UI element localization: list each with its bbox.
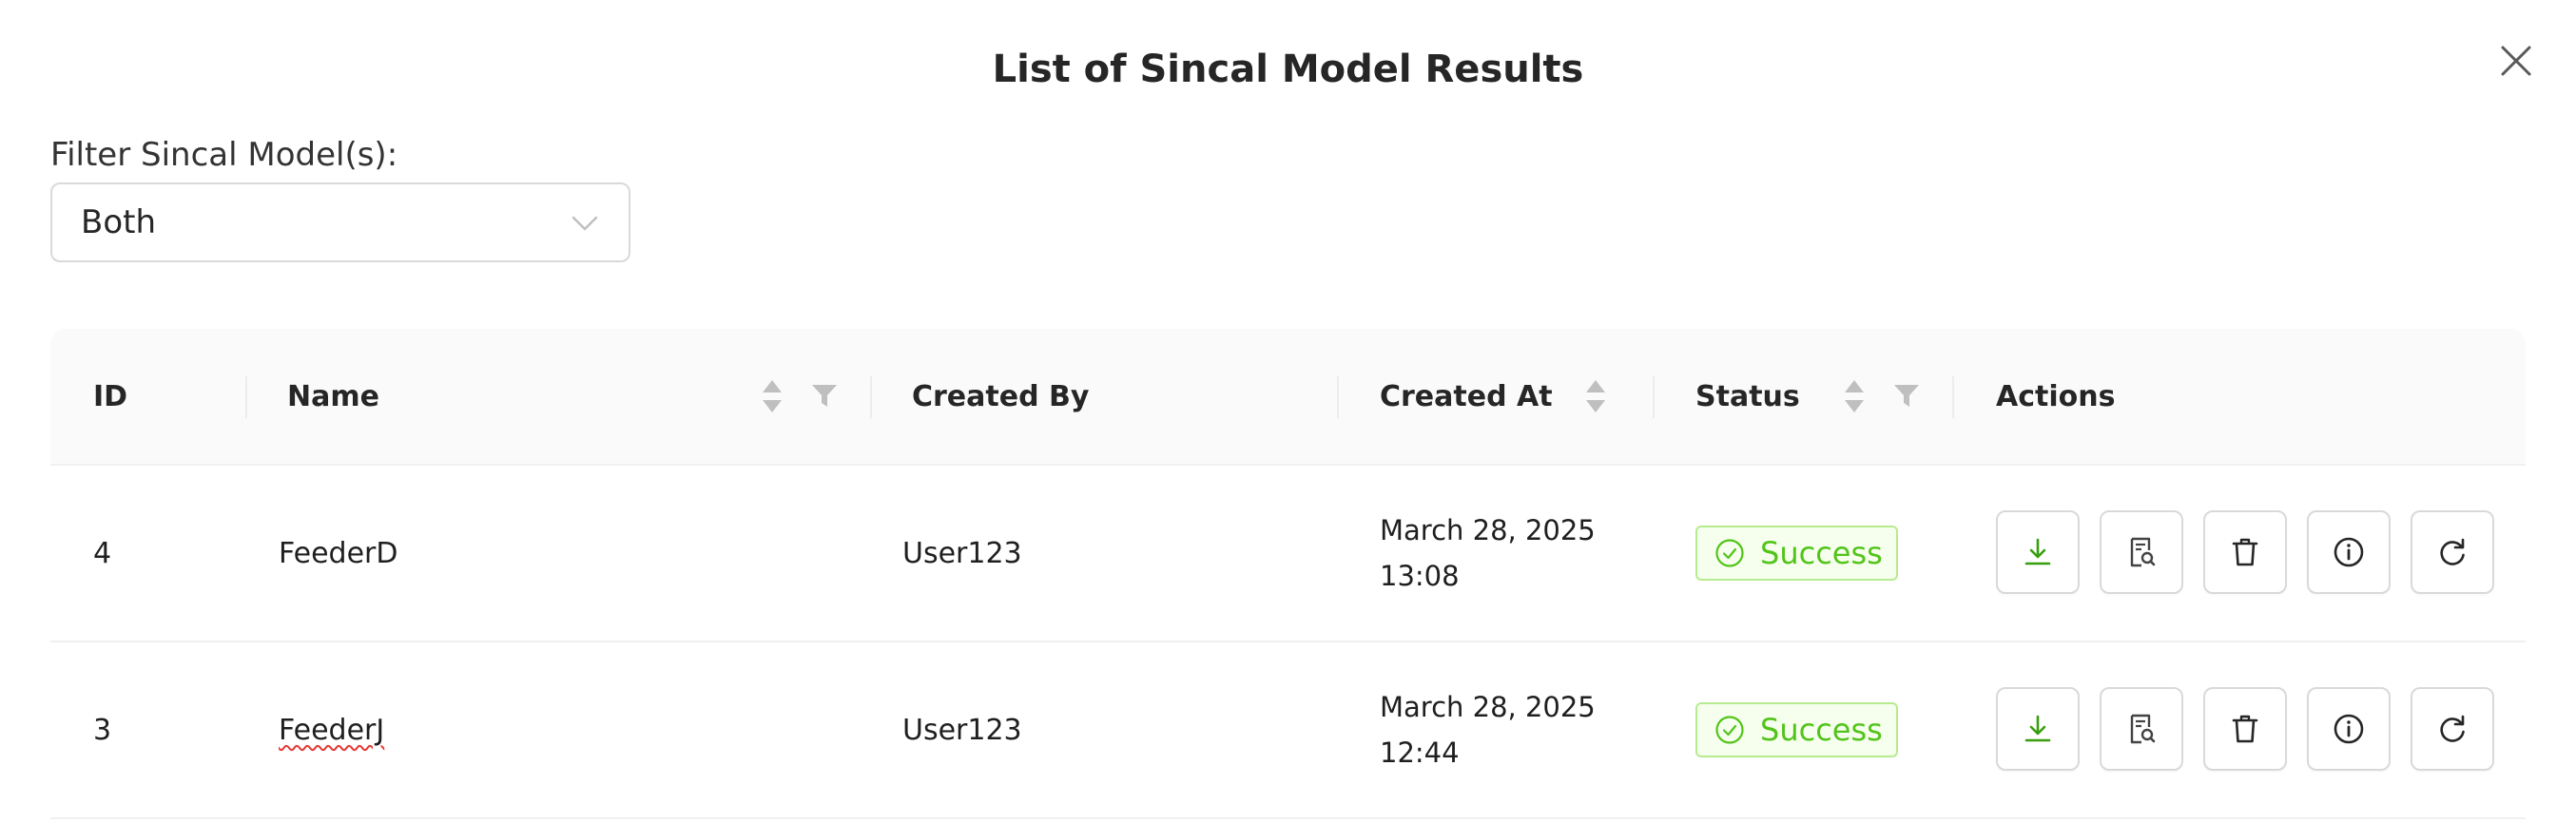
- row-actions: [1996, 687, 2494, 773]
- created-at-date: March 28, 2025: [1380, 691, 1596, 723]
- status-text: Success: [1760, 712, 1883, 748]
- cell-name: FeederD: [279, 536, 398, 570]
- sort-icon[interactable]: [1584, 378, 1607, 414]
- modal-title: List of Sincal Model Results: [992, 48, 1584, 91]
- created-at-time: 12:44: [1380, 737, 1460, 769]
- delete-button[interactable]: [2203, 510, 2287, 594]
- download-button[interactable]: [1996, 510, 2080, 594]
- sort-icon[interactable]: [761, 378, 784, 414]
- column-header-id: ID: [93, 379, 128, 413]
- cell-id: 3: [93, 713, 112, 747]
- cell-created-at: March 28, 2025 12:44: [1380, 642, 1596, 817]
- created-at-time: 13:08: [1380, 560, 1460, 592]
- file-search-icon: [2130, 537, 2156, 567]
- sort-icon[interactable]: [1843, 378, 1866, 414]
- trash-icon: [2232, 715, 2258, 743]
- reload-icon: [2440, 715, 2465, 742]
- results-table: ID Name Created By Created At Status Act…: [50, 329, 2526, 819]
- column-header-name: Name: [287, 379, 379, 413]
- cell-status: Success: [1695, 642, 1898, 817]
- cell-created-at: March 28, 2025 13:08: [1380, 466, 1596, 641]
- cell-id: 4: [93, 536, 112, 570]
- table-row: 3 FeederJ User123 March 28, 2025 12:44 S…: [50, 642, 2526, 819]
- view-results-button[interactable]: [2100, 510, 2183, 594]
- column-header-created-by: Created By: [912, 379, 1090, 413]
- rerun-button[interactable]: [2411, 687, 2494, 771]
- view-results-button[interactable]: [2100, 687, 2183, 771]
- column-separator: [245, 376, 247, 418]
- table-header: ID Name Created By Created At Status Act…: [50, 329, 2526, 466]
- info-icon: [2334, 537, 2364, 567]
- row-actions: [1996, 510, 2494, 596]
- chevron-down-icon: [571, 216, 598, 231]
- column-header-created-at: Created At: [1380, 379, 1553, 413]
- filter-selected-value: Both: [81, 203, 157, 241]
- status-badge: Success: [1695, 526, 1898, 581]
- status-badge: Success: [1695, 702, 1898, 757]
- info-icon: [2334, 714, 2364, 744]
- download-button[interactable]: [1996, 687, 2080, 771]
- column-separator: [870, 376, 872, 418]
- download-icon: [2024, 715, 2051, 742]
- column-separator: [1952, 376, 1954, 418]
- info-button[interactable]: [2307, 687, 2391, 771]
- file-search-icon: [2130, 714, 2156, 744]
- cell-status: Success: [1695, 466, 1898, 641]
- filter-icon[interactable]: [811, 382, 838, 409]
- cell-created-by: User123: [902, 536, 1022, 570]
- check-circle-icon: [1715, 716, 1744, 744]
- column-header-status: Status: [1695, 379, 1800, 413]
- reload-icon: [2440, 538, 2465, 565]
- cell-name: FeederJ: [279, 642, 384, 817]
- name-text: FeederJ: [279, 713, 385, 747]
- download-icon: [2024, 538, 2051, 565]
- delete-button[interactable]: [2203, 687, 2287, 771]
- close-icon: [2501, 46, 2531, 76]
- trash-icon: [2232, 538, 2258, 566]
- cell-created-by: User123: [902, 713, 1022, 747]
- check-circle-icon: [1715, 539, 1744, 567]
- status-text: Success: [1760, 535, 1883, 571]
- rerun-button[interactable]: [2411, 510, 2494, 594]
- created-at-date: March 28, 2025: [1380, 514, 1596, 546]
- table-row: 4 FeederD User123 March 28, 2025 13:08 S…: [50, 466, 2526, 642]
- column-separator: [1653, 376, 1655, 418]
- close-button[interactable]: [2491, 36, 2541, 86]
- info-button[interactable]: [2307, 510, 2391, 594]
- sincal-model-filter-select[interactable]: Both: [50, 182, 630, 262]
- filter-icon[interactable]: [1893, 382, 1920, 409]
- column-header-actions: Actions: [1996, 379, 2116, 413]
- filter-label: Filter Sincal Model(s):: [50, 136, 398, 174]
- column-separator: [1337, 376, 1339, 418]
